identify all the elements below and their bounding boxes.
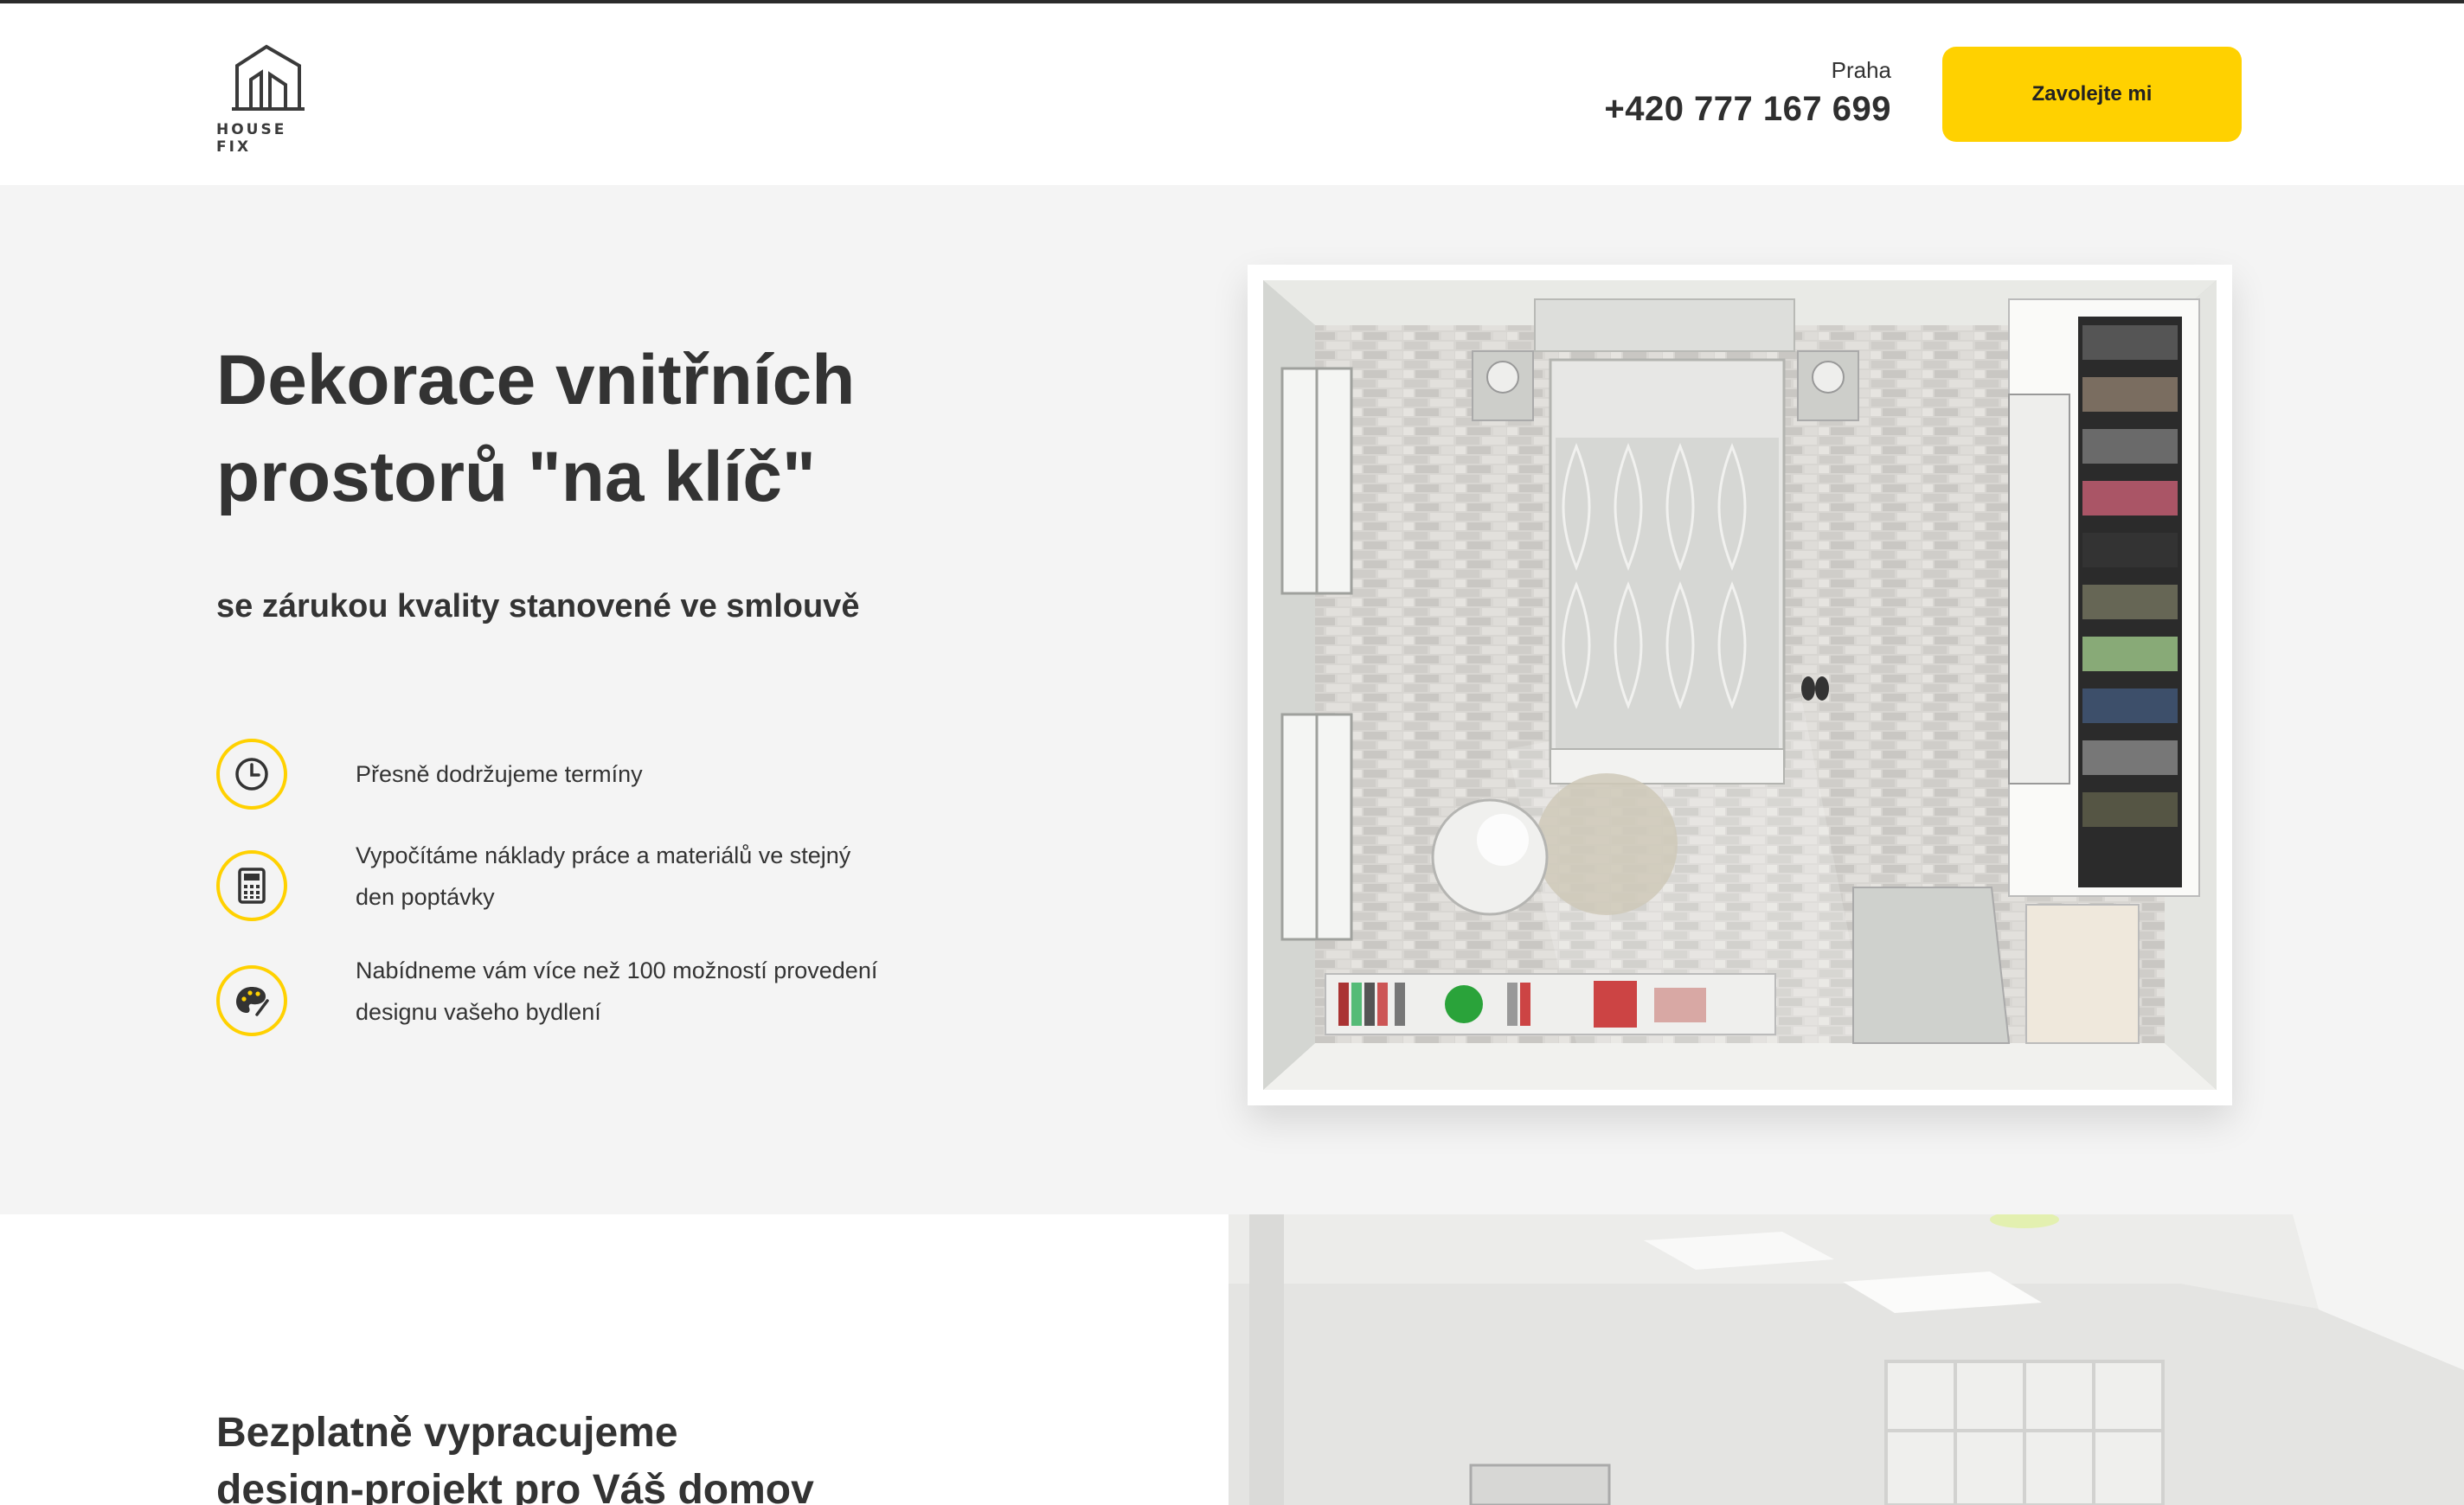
hero-title: Dekorace vnitřních prostorů "na klíč" [216,332,995,526]
feature-item: Nabídneme vám více než 100 možností prov… [216,957,995,1069]
feature-text: Vypočítáme náklady práce a materiálů ve … [356,842,851,910]
clock-icon [216,739,287,810]
design-project-section: Bezplatně vypracujeme design-projekt pro… [0,1214,2464,1505]
room-render [1263,280,2217,1090]
feature-text: Přesně dodržujeme termíny [356,761,643,787]
city-label: Praha [1831,57,1891,83]
feature-item: Přesně dodržujeme termíny [216,739,995,842]
hero-section: Dekorace vnitřních prostorů "na klíč" se… [0,185,2464,1214]
hero-title-line2: prostorů "na klíč" [216,438,816,516]
house-logo-icon [232,44,305,111]
calculator-icon [216,850,287,921]
feature-item: Vypočítáme náklady práce a materiálů ve … [216,842,995,954]
site-header: HOUSE FIX Praha +420 777 167 699 Zavolej… [0,3,2464,185]
hero-subtitle: se zárukou kvality stanovené ve smlouvě [216,588,860,624]
section-title: Bezplatně vypracujeme design-projekt pro… [216,1405,995,1505]
phone-number[interactable]: +420 777 167 699 [1604,90,1891,129]
palette-icon [216,965,287,1036]
section-title-line2: design-projekt pro Váš domov [216,1467,814,1505]
feature-text: Nabídneme vám více než 100 možností prov… [356,957,878,1025]
interior-image [1229,1214,2464,1505]
logo-text: HOUSE FIX [216,121,287,156]
section-title-line1: Bezplatně vypracujeme [216,1410,678,1456]
hero-title-line1: Dekorace vnitřních [216,341,856,419]
call-me-button[interactable]: Zavolejte mi [1942,47,2242,142]
bedroom-plan-image [1248,265,2232,1105]
logo[interactable]: HOUSE FIX [216,43,320,156]
